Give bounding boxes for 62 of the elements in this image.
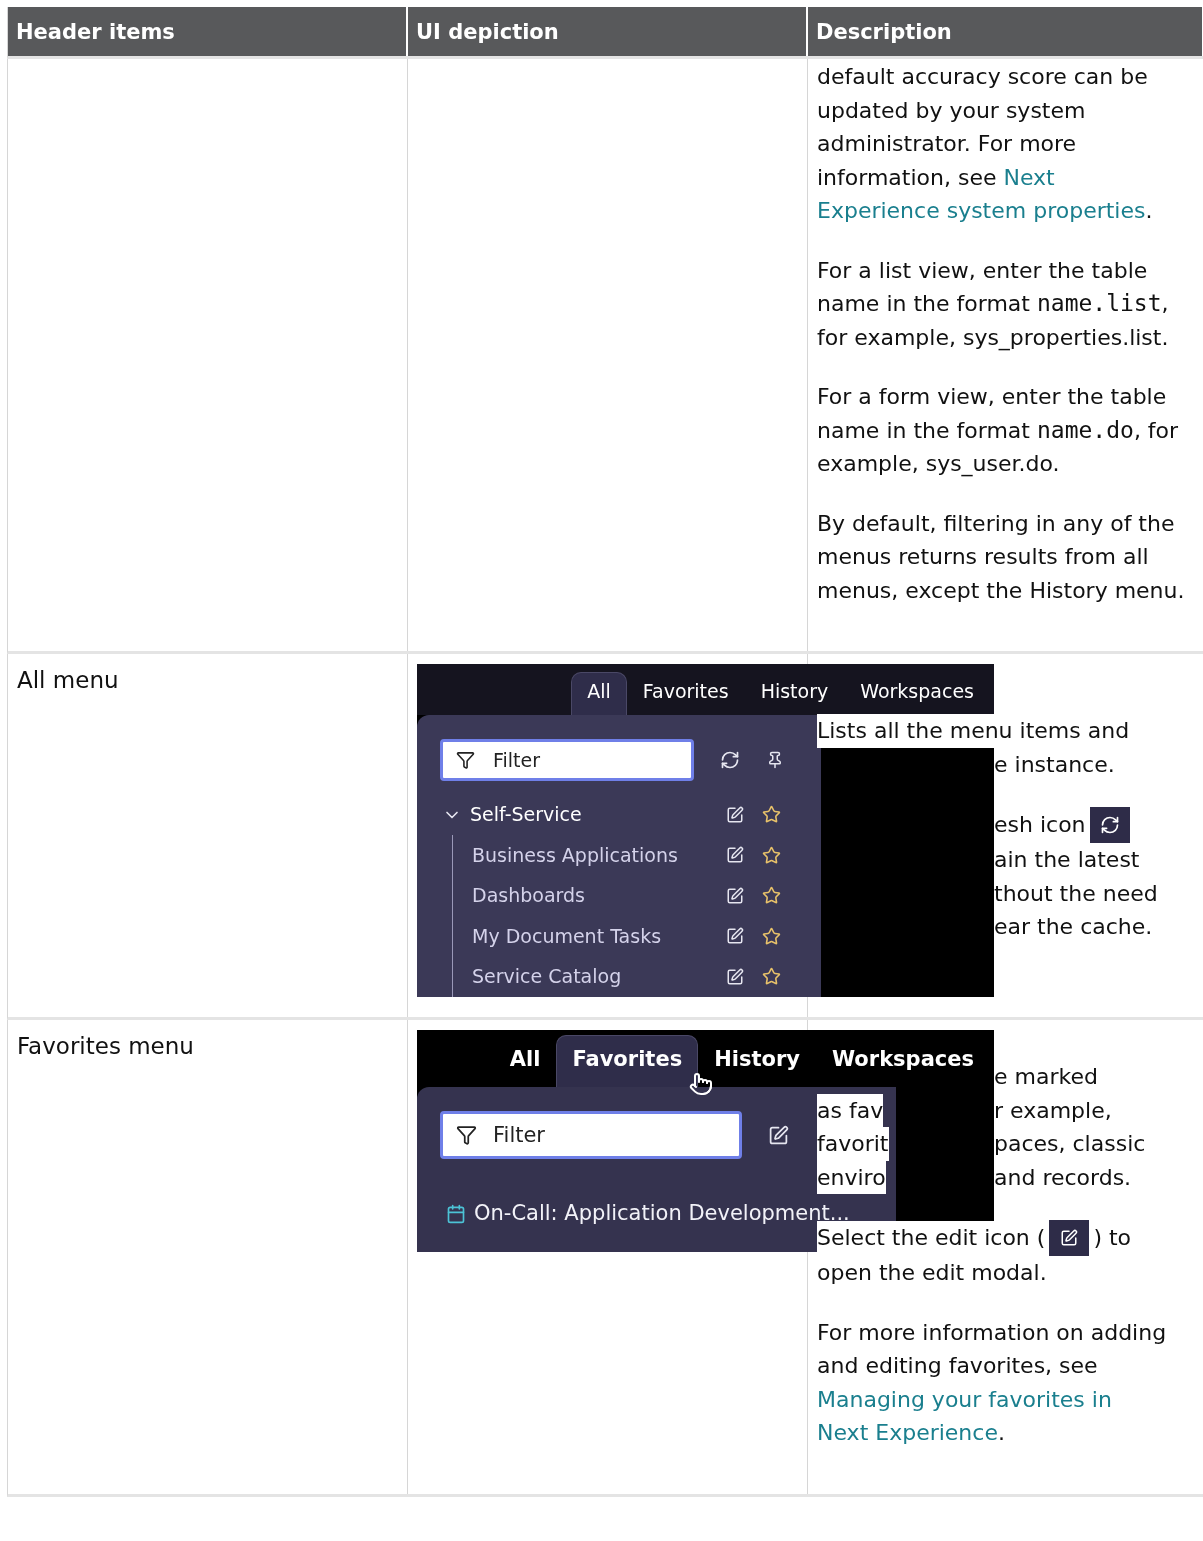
link[interactable]: Experience system properties — [817, 198, 1146, 223]
edit-icon[interactable] — [726, 886, 744, 905]
star-icon[interactable] — [762, 926, 781, 946]
menu-tab[interactable]: All — [493, 1035, 557, 1087]
description-text: For a list view, enter the table name in the format name.list, for example, sys_properties.list. — [817, 256, 1170, 353]
edit-icon[interactable] — [768, 1124, 789, 1146]
menu-item[interactable]: Service Catalog — [453, 960, 726, 994]
filter-field[interactable]: Filter — [440, 1111, 742, 1159]
description-fragment: as fav — [817, 1093, 884, 1127]
menu-tab[interactable]: History — [744, 671, 845, 715]
description-text: By default, filtering in any of the menus returns results from all menus, except the History menu. — [817, 509, 1186, 605]
star-icon[interactable] — [762, 805, 781, 825]
column-header: UI depiction — [408, 7, 808, 56]
edit-icon[interactable] — [726, 967, 744, 986]
filter-field[interactable]: Filter — [440, 738, 694, 781]
edit-icon[interactable] — [726, 927, 744, 946]
description-fragment: thout the need — [994, 879, 1158, 908]
edit-icon[interactable] — [726, 846, 744, 865]
menu-item[interactable]: Self-Service — [462, 798, 726, 832]
column-header: Description — [808, 7, 1203, 56]
link[interactable]: Next — [1003, 164, 1055, 190]
refresh-icon — [1089, 807, 1130, 843]
description-text: default accuracy score can be updated by your system administrator. For more information, see Next Experience system properties. — [817, 63, 1154, 225]
edit-icon — [1049, 1220, 1090, 1256]
description-fragment: paces, classic — [994, 1130, 1146, 1158]
menu-item[interactable]: My Document Tasks — [453, 919, 726, 953]
description-fragment: favorit — [817, 1127, 889, 1161]
column-header: Header items — [8, 7, 408, 56]
filter-icon — [456, 1124, 477, 1146]
description-text: Lists all the menu items and — [817, 714, 1130, 748]
row-label: All menu — [17, 667, 119, 693]
refresh-icon[interactable] — [720, 749, 740, 770]
menu-tab[interactable]: Workspaces — [815, 1035, 990, 1087]
link[interactable]: Managing your favorites in — [817, 1386, 1112, 1412]
description-text: Select the edit icon ( — [817, 1221, 1046, 1255]
link[interactable]: Next Experience — [817, 1420, 998, 1445]
menu-tab[interactable]: Favorites — [626, 671, 745, 715]
menu-tab[interactable]: History — [698, 1035, 816, 1087]
hand-cursor-icon — [689, 1072, 713, 1096]
description-fragment: and records. — [994, 1163, 1132, 1192]
description-fragment: r example, — [994, 1096, 1112, 1125]
description-fragment: ain the latest — [994, 846, 1140, 874]
star-icon[interactable] — [762, 886, 781, 906]
pin-icon[interactable] — [766, 750, 784, 769]
menu-tab[interactable]: All — [571, 671, 627, 715]
row-label: Favorites menu — [17, 1033, 194, 1059]
menu-tab[interactable]: Workspaces — [844, 671, 990, 715]
edit-icon[interactable] — [726, 805, 744, 824]
star-icon[interactable] — [762, 967, 781, 987]
menu-item[interactable]: Business Applications — [453, 838, 726, 872]
menu-item[interactable]: Dashboards — [453, 879, 726, 913]
calendar-icon — [446, 1203, 466, 1224]
star-icon[interactable] — [762, 845, 781, 865]
description-fragment: ear the cache. — [994, 913, 1153, 941]
description-fragment: enviro — [817, 1160, 886, 1194]
menu-tab[interactable]: Favorites — [556, 1035, 699, 1087]
description-fragment: e instance. — [994, 750, 1115, 779]
description-text: For a form view, enter the table name in the format name.do, for example, sys_user.do. — [817, 383, 1180, 479]
filter-icon — [456, 750, 475, 769]
description-fragment: esh icon — [994, 811, 1086, 840]
description-text: For more information on adding and editing favorites, see Managing your favorites in Next Experience. — [817, 1318, 1168, 1447]
description-fragment: e marked — [994, 1063, 1098, 1091]
